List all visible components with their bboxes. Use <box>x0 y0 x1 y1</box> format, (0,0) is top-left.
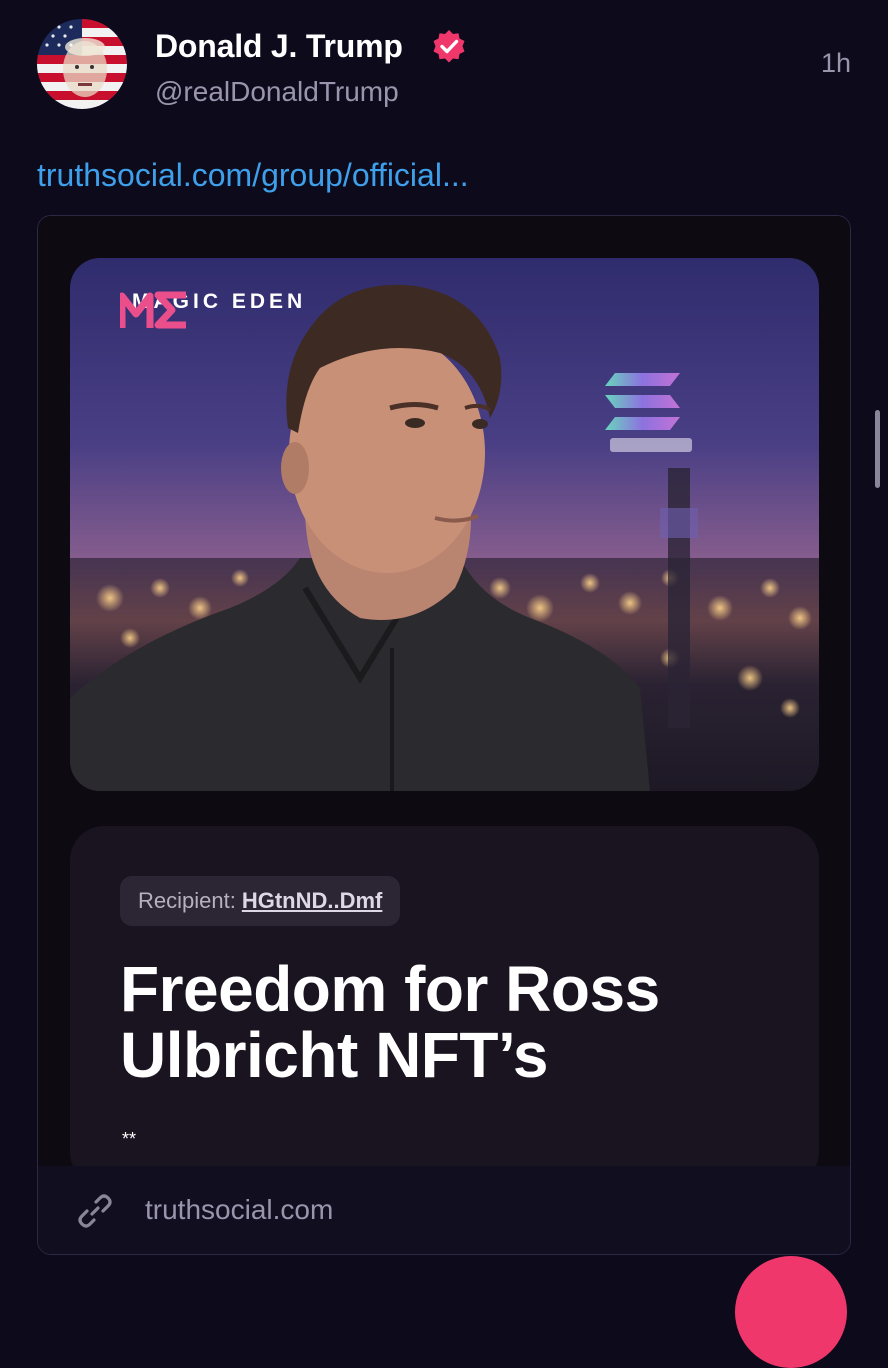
city-night-portrait <box>70 284 819 791</box>
author-avatar[interactable] <box>37 19 127 109</box>
hero-photo: MAGIC EDEN <box>70 258 819 791</box>
compose-fab-button[interactable] <box>735 1256 847 1368</box>
recipient-label: Recipient: <box>138 888 236 913</box>
post-timestamp[interactable]: 1h <box>821 48 851 79</box>
flag-portrait-avatar <box>37 19 127 109</box>
verified-badge-icon <box>433 30 465 63</box>
post-link[interactable]: truthsocial.com/group/official... <box>37 157 469 194</box>
card-headline: Freedom for Ross Ulbricht NFT’s <box>120 953 660 1091</box>
recipient-address[interactable]: HGtnND..Dmf <box>242 888 383 914</box>
nft-info-panel: Recipient: HGtnND..Dmf Freedom for Ross … <box>70 826 819 1186</box>
link-icon <box>78 1194 112 1228</box>
magic-eden-logo-icon <box>120 291 186 329</box>
card-stars: ** <box>122 1129 137 1149</box>
link-preview-card[interactable]: MAGIC EDEN Recipient: HGtnND..Dmf Freedo… <box>37 215 851 1255</box>
recipient-badge: Recipient: HGtnND..Dmf <box>120 876 401 926</box>
scrollbar[interactable] <box>875 410 880 488</box>
preview-image: MAGIC EDEN Recipient: HGtnND..Dmf Freedo… <box>38 216 850 1186</box>
author-handle[interactable]: @realDonaldTrump <box>155 76 399 108</box>
author-name[interactable]: Donald J. Trump <box>155 28 403 65</box>
card-domain: truthsocial.com <box>145 1194 334 1225</box>
magic-eden-brand: MAGIC EDEN <box>120 290 306 329</box>
card-footer[interactable]: truthsocial.com <box>38 1166 850 1254</box>
